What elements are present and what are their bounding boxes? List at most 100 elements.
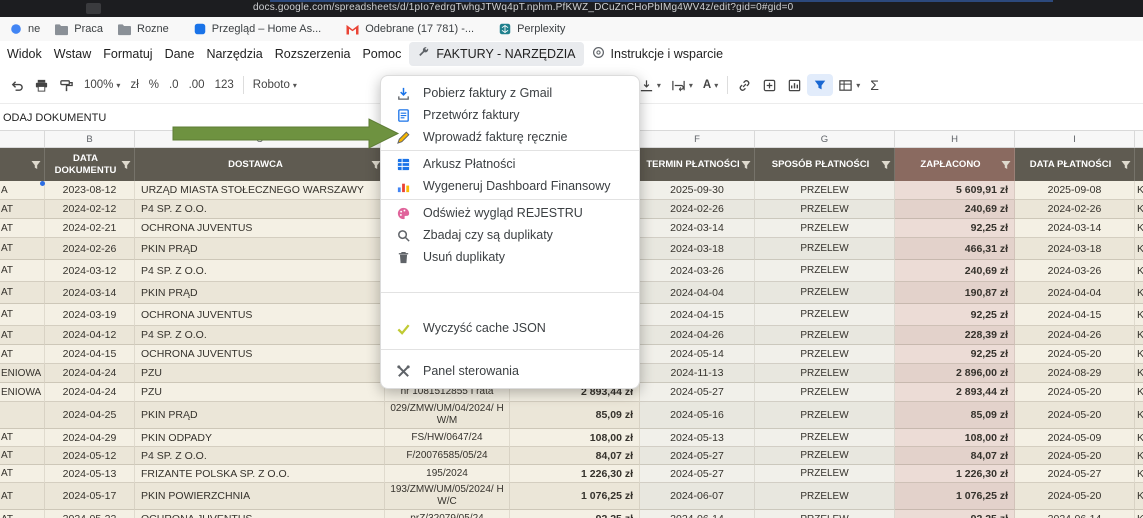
cell-a[interactable]: A	[0, 181, 45, 200]
cell-date[interactable]: 2024-02-26	[45, 238, 135, 260]
cell-dostawca[interactable]: FRIZANTE POLSKA SP. Z O.O.	[135, 465, 385, 483]
cell-sposob[interactable]: PRZELEW	[755, 282, 895, 304]
functions-button[interactable]: Σ	[865, 77, 884, 93]
paint-format-icon[interactable]	[54, 78, 79, 93]
cell-j[interactable]: K	[1135, 364, 1143, 383]
bookmark-item[interactable]: Praca	[47, 21, 110, 38]
cell-sposob[interactable]: PRZELEW	[755, 364, 895, 383]
cell-j[interactable]: K	[1135, 383, 1143, 402]
column-letter[interactable]: B	[45, 130, 135, 148]
column-letter[interactable]	[1135, 130, 1143, 148]
cell-j[interactable]: K	[1135, 465, 1143, 483]
cell-zaplacono[interactable]: 92,25 zł	[895, 304, 1015, 326]
cell-date[interactable]: 2024-02-21	[45, 219, 135, 238]
cell-data_platnosci[interactable]: 2024-03-26	[1015, 260, 1135, 282]
cell-a[interactable]: AT	[0, 447, 45, 465]
cell-zaplacono[interactable]: 2 896,00 zł	[895, 364, 1015, 383]
cell-dostawca[interactable]: PZU	[135, 364, 385, 383]
cell-a[interactable]: ENIOWA	[0, 383, 45, 402]
cell-a[interactable]	[0, 402, 45, 429]
menu-option-clean[interactable]: Wyczyść cache JSON	[381, 317, 639, 339]
cell-date[interactable]: 2024-05-17	[45, 483, 135, 510]
cell-zaplacono[interactable]: 84,07 zł	[895, 447, 1015, 465]
cell-data_platnosci[interactable]: 2024-03-14	[1015, 219, 1135, 238]
cell-dostawca[interactable]: OCHRONA JUVENTUS	[135, 219, 385, 238]
filter-views-button[interactable]: ▾	[833, 78, 865, 93]
header-data-dokumentu[interactable]: DATA DOKUMENTU	[45, 148, 135, 181]
cell-date[interactable]: 2024-04-24	[45, 364, 135, 383]
bookmark-item[interactable]: Perplexity	[491, 20, 572, 38]
menu-option-download[interactable]: Pobierz faktury z Gmail	[381, 82, 639, 104]
cell-zaplacono[interactable]: 240,69 zł	[895, 260, 1015, 282]
cell-kwota[interactable]: 1 226,30 zł	[510, 465, 640, 483]
cell-termin[interactable]: 2024-05-13	[640, 429, 755, 447]
cell-zaplacono[interactable]: 1 226,30 zł	[895, 465, 1015, 483]
cell-nr[interactable]: 193/ZMW/UM/05/2024/ HW/C	[385, 483, 510, 510]
header-zaplacono[interactable]: ZAPŁACONO	[895, 148, 1015, 181]
cell-date[interactable]: 2024-03-12	[45, 260, 135, 282]
cell-termin[interactable]: 2024-04-26	[640, 326, 755, 345]
cell-data_platnosci[interactable]: 2024-08-29	[1015, 364, 1135, 383]
number-format-button[interactable]: 123	[210, 79, 239, 91]
cell-data_platnosci[interactable]: 2024-05-20	[1015, 402, 1135, 429]
cell-zaplacono[interactable]: 108,00 zł	[895, 429, 1015, 447]
cell-a[interactable]: AT	[0, 510, 45, 518]
cell-a[interactable]: AT	[0, 326, 45, 345]
cell-zaplacono[interactable]: 228,39 zł	[895, 326, 1015, 345]
cell-sposob[interactable]: PRZELEW	[755, 260, 895, 282]
cell-kwota[interactable]: 1 076,25 zł	[510, 483, 640, 510]
filter-funnel-icon[interactable]	[881, 160, 891, 170]
cell-sposob[interactable]: PRZELEW	[755, 510, 895, 518]
filter-funnel-icon[interactable]	[1121, 160, 1131, 170]
cell-a[interactable]: AT	[0, 465, 45, 483]
menu-option-trash[interactable]: Usuń duplikaty	[381, 246, 639, 268]
cell-sposob[interactable]: PRZELEW	[755, 447, 895, 465]
cell-date[interactable]: 2024-03-19	[45, 304, 135, 326]
cell-a[interactable]: AT	[0, 304, 45, 326]
cell-zaplacono[interactable]: 190,87 zł	[895, 282, 1015, 304]
cell-dostawca[interactable]: P4 SP. Z O.O.	[135, 260, 385, 282]
cell-nr[interactable]: FS/HW/0647/24	[385, 429, 510, 447]
menu-wstaw[interactable]: Wstaw	[48, 43, 98, 65]
cell-kwota[interactable]: 84,07 zł	[510, 447, 640, 465]
cell-j[interactable]: K	[1135, 304, 1143, 326]
cell-sposob[interactable]: PRZELEW	[755, 383, 895, 402]
cell-data_platnosci[interactable]: 2024-05-20	[1015, 483, 1135, 510]
column-letter[interactable]: I	[1015, 130, 1135, 148]
column-letter[interactable]: F	[640, 130, 755, 148]
cell-data_platnosci[interactable]: 2024-03-18	[1015, 238, 1135, 260]
cell-data_platnosci[interactable]: 2024-05-20	[1015, 383, 1135, 402]
cell-termin[interactable]: 2024-04-15	[640, 304, 755, 326]
cell-sposob[interactable]: PRZELEW	[755, 483, 895, 510]
cell-date[interactable]: 2024-04-15	[45, 345, 135, 364]
menu-pomoc[interactable]: Pomoc	[356, 43, 407, 65]
cell-j[interactable]: K	[1135, 181, 1143, 200]
cell-a[interactable]: AT	[0, 238, 45, 260]
cell-dostawca[interactable]: OCHRONA JUVENTUS	[135, 345, 385, 364]
insert-link-icon[interactable]	[732, 78, 757, 93]
cell-data_platnosci[interactable]: 2024-06-14	[1015, 510, 1135, 518]
menu-formatuj[interactable]: Formatuj	[97, 43, 158, 65]
cell-kwota[interactable]: 108,00 zł	[510, 429, 640, 447]
cell-sposob[interactable]: PRZELEW	[755, 219, 895, 238]
column-letter[interactable]	[0, 130, 45, 148]
cell-date[interactable]: 2024-02-12	[45, 200, 135, 219]
cell-a[interactable]: AT	[0, 260, 45, 282]
menu-narzędzia[interactable]: Narzędzia	[200, 43, 268, 65]
menu-option-chart[interactable]: Wygeneruj Dashboard Finansowy	[381, 175, 639, 197]
filter-funnel-icon[interactable]	[31, 160, 41, 170]
cell-nr[interactable]: prZ/32079/05/24	[385, 510, 510, 518]
cell-dostawca[interactable]: URZĄD MIASTA STOŁECZNEGO WARSZAWY	[135, 181, 385, 200]
cell-sposob[interactable]: PRZELEW	[755, 429, 895, 447]
header-rodzaj-dokumentu[interactable]	[0, 148, 45, 181]
cell-termin[interactable]: 2024-05-27	[640, 465, 755, 483]
cell-zaplacono[interactable]: 92,25 zł	[895, 345, 1015, 364]
cell-j[interactable]: K	[1135, 219, 1143, 238]
cell-nr[interactable]: 029/ZMW/UM/04/2024/ HW/M	[385, 402, 510, 429]
cell-termin[interactable]: 2024-03-14	[640, 219, 755, 238]
cell-termin[interactable]: 2024-05-14	[640, 345, 755, 364]
cell-termin[interactable]: 2024-06-14	[640, 510, 755, 518]
header-termin-platnosci[interactable]: TERMIN PŁATNOŚCI	[640, 148, 755, 181]
bookmark-item[interactable]: Odebrane (17 781) -...	[338, 21, 481, 37]
cell-zaplacono[interactable]: 240,69 zł	[895, 200, 1015, 219]
